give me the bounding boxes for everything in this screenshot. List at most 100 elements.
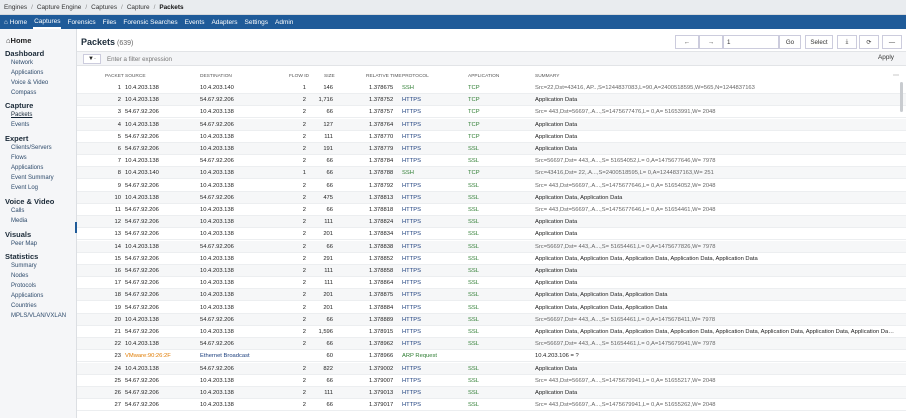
cell-protocol: HTTPS [402,304,422,311]
table-row[interactable]: 10 10.4.203.138 54.67.92.206 2 475 1.378813 HT… [77,191,906,204]
table-row[interactable]: 21 54.67.92.206 10.4.203.138 2 1,596 1.378915… [77,326,906,338]
page-number-input[interactable]: 1 [723,35,779,49]
cell-destination: 10.4.203.138 [200,109,234,116]
nav-forensics[interactable]: Forensics [66,17,96,28]
refresh-button[interactable]: ⟳ [859,35,879,49]
column-summary[interactable]: Summary [535,74,559,79]
sidebar-item-voice-video[interactable]: Voice & Video [11,80,48,86]
table-row[interactable]: 9 54.67.92.206 10.4.203.138 2 66 1.378792 HTTP… [77,180,906,192]
table-row[interactable]: 7 10.4.203.138 54.67.92.206 2 66 1.378784 HTTP… [77,155,906,168]
table-row[interactable]: 22 10.4.203.138 54.67.92.206 2 66 1.378962 HTT… [77,338,906,351]
filter-menu-button[interactable]: ▼· [83,54,101,64]
table-row[interactable]: 5 54.67.92.206 10.4.203.138 2 111 1.378770 HTT… [77,131,906,143]
filter-input[interactable] [107,53,872,65]
arrow-right-icon: → [707,38,715,46]
sidebar-item-compass[interactable]: Compass [11,90,36,96]
breadcrumb-capture-engine[interactable]: Capture Engine [37,4,81,11]
cell-relative-time: 1.379007 [369,377,394,384]
table-row[interactable]: 15 54.67.92.206 10.4.203.138 2 291 1.378852 HT… [77,253,906,265]
sidebar-item-flows[interactable]: Flows [11,155,27,161]
column-flow-id[interactable]: Flow ID [289,74,309,79]
column-menu-icon[interactable]: ⋯ [893,72,899,79]
sidebar-item-clients-servers[interactable]: Clients/Servers [11,145,52,151]
column-relative-time[interactable]: Relative Time [366,74,402,79]
nav-adapters[interactable]: Adapters [210,17,238,28]
table-row[interactable]: 4 10.4.203.138 54.67.92.206 2 127 1.378764 HTT… [77,118,906,131]
sidebar-item-nodes[interactable]: Nodes [11,273,28,279]
breadcrumb-capture[interactable]: Capture [127,4,150,11]
nav-files[interactable]: Files [102,17,118,28]
sidebar-item-protocols[interactable]: Protocols [11,283,36,289]
column-protocol[interactable]: Protocol [402,74,429,79]
apply-button[interactable]: Apply [878,54,894,61]
nav-settings[interactable]: Settings [244,17,270,28]
table-row[interactable]: 16 54.67.92.206 10.4.203.138 2 111 1.378858 HT… [77,265,906,277]
sidebar-item-event-log[interactable]: Event Log [11,185,38,191]
sidebar-item-calls[interactable]: Calls [11,208,24,214]
table-row[interactable]: 24 10.4.203.138 54.67.92.206 2 822 1.379002 HT… [77,362,906,375]
sidebar-item-applications[interactable]: Applications [11,70,43,76]
forward-button[interactable]: → [699,35,723,49]
sidebar-home[interactable]: ⌂Home [6,36,31,45]
sidebar-item-peer-map[interactable]: Peer Map [11,241,37,247]
sidebar-item-summary[interactable]: Summary [11,263,37,269]
sidebar-section-expert: Expert [5,134,29,143]
table-row[interactable]: 6 54.67.92.206 10.4.203.138 2 191 1.378779 HTT… [77,143,906,155]
sidebar-item-stat-applications[interactable]: Applications [11,293,43,299]
cell-application: TCP [468,170,480,177]
sidebar-item-network[interactable]: Network [11,60,33,66]
cell-protocol: HTTPS [402,207,422,213]
sidebar-item-packets[interactable]: Packets [11,112,32,118]
back-button[interactable]: ← [675,35,699,49]
nav-forensic-searches[interactable]: Forensic Searches [122,17,178,28]
vertical-scrollbar[interactable] [900,82,903,112]
table-row[interactable]: 12 54.67.92.206 10.4.203.138 2 111 1.378824 HT… [77,216,906,229]
sidebar-item-media[interactable]: Media [11,218,27,224]
table-row[interactable]: 27 54.67.92.206 10.4.203.138 2 66 1.379017 HTT… [77,399,906,412]
breadcrumb-packets: Packets [159,3,184,11]
column-application[interactable]: Application [468,74,499,79]
nav-captures[interactable]: Captures [33,16,62,29]
table-row[interactable]: 14 10.4.203.138 54.67.92.206 2 66 1.378838 HTT… [77,240,906,253]
sidebar-item-mpls-vlan-vxlan[interactable]: MPLS/VLAN/VXLAN [11,313,66,319]
cell-packet: 14 [114,243,121,250]
table-row[interactable]: 8 10.4.203.140 10.4.203.138 1 66 1.378788 SSH T… [77,167,906,180]
nav-home[interactable]: ⌂ Home [3,17,28,28]
column-destination[interactable]: Destination [200,74,232,79]
table-row[interactable]: 19 54.67.92.206 10.4.203.138 2 201 1.378884 HT… [77,302,906,314]
table-row[interactable]: 26 54.67.92.206 10.4.203.138 2 111 1.379013 HT… [77,387,906,399]
cell-protocol: HTTPS [402,280,422,287]
table-row[interactable]: 11 54.67.92.206 10.4.203.138 2 66 1.378818 HTT… [77,204,906,216]
table-row[interactable]: 2 10.4.203.138 54.67.92.206 2 1,716 1.378752 H… [77,94,906,107]
column-source[interactable]: Source [125,74,146,79]
table-row[interactable]: 20 10.4.203.138 54.67.92.206 2 66 1.378889 HTT… [77,313,906,326]
cell-packet: 8 [117,170,121,177]
go-button[interactable]: Go [779,35,801,49]
breadcrumb-engines[interactable]: Engines [4,4,27,11]
table-row[interactable]: 23 VMware:90:26:2F Ethernet Broadcast 60 1.3… [77,350,906,363]
breadcrumb-captures[interactable]: Captures [91,4,117,11]
table-row[interactable]: 25 54.67.92.206 10.4.203.138 2 66 1.379007 HTT… [77,375,906,387]
cell-destination: 10.4.203.138 [200,133,234,140]
sidebar-item-events[interactable]: Events [11,122,29,128]
sidebar-item-expert-applications[interactable]: Applications [11,165,43,171]
table-row[interactable]: 17 54.67.92.206 10.4.203.138 2 111 1.378864 HT… [77,277,906,290]
cell-application: SSL [468,365,479,372]
table-row[interactable]: 18 54.67.92.206 10.4.203.138 2 201 1.378875 HT… [77,289,906,302]
nav-events[interactable]: Events [184,17,206,28]
download-button[interactable]: ⤓ [837,35,857,49]
table-row[interactable]: 3 54.67.92.206 10.4.203.138 2 66 1.378757 HTTP… [77,106,906,119]
table-row[interactable]: 1 10.4.203.138 10.4.203.140 1 146 1.378675 SSH… [77,82,906,94]
sidebar-item-event-summary[interactable]: Event Summary [11,175,54,181]
column-packet[interactable]: Packet [105,74,124,79]
column-size[interactable]: Size [324,74,335,79]
table-row[interactable]: 13 54.67.92.206 10.4.203.138 2 201 1.378834 HT… [77,228,906,241]
collapse-button[interactable]: — [882,35,902,49]
select-button[interactable]: Select [805,35,833,49]
cell-relative-time: 1.378675 [369,85,394,91]
sidebar-item-countries[interactable]: Countries [11,303,37,309]
cell-source: 10.4.203.138 [125,194,159,201]
nav-admin[interactable]: Admin [274,17,294,28]
sidebar-section-statistics: Statistics [5,252,39,261]
cell-destination: 54.67.92.206 [200,121,234,128]
